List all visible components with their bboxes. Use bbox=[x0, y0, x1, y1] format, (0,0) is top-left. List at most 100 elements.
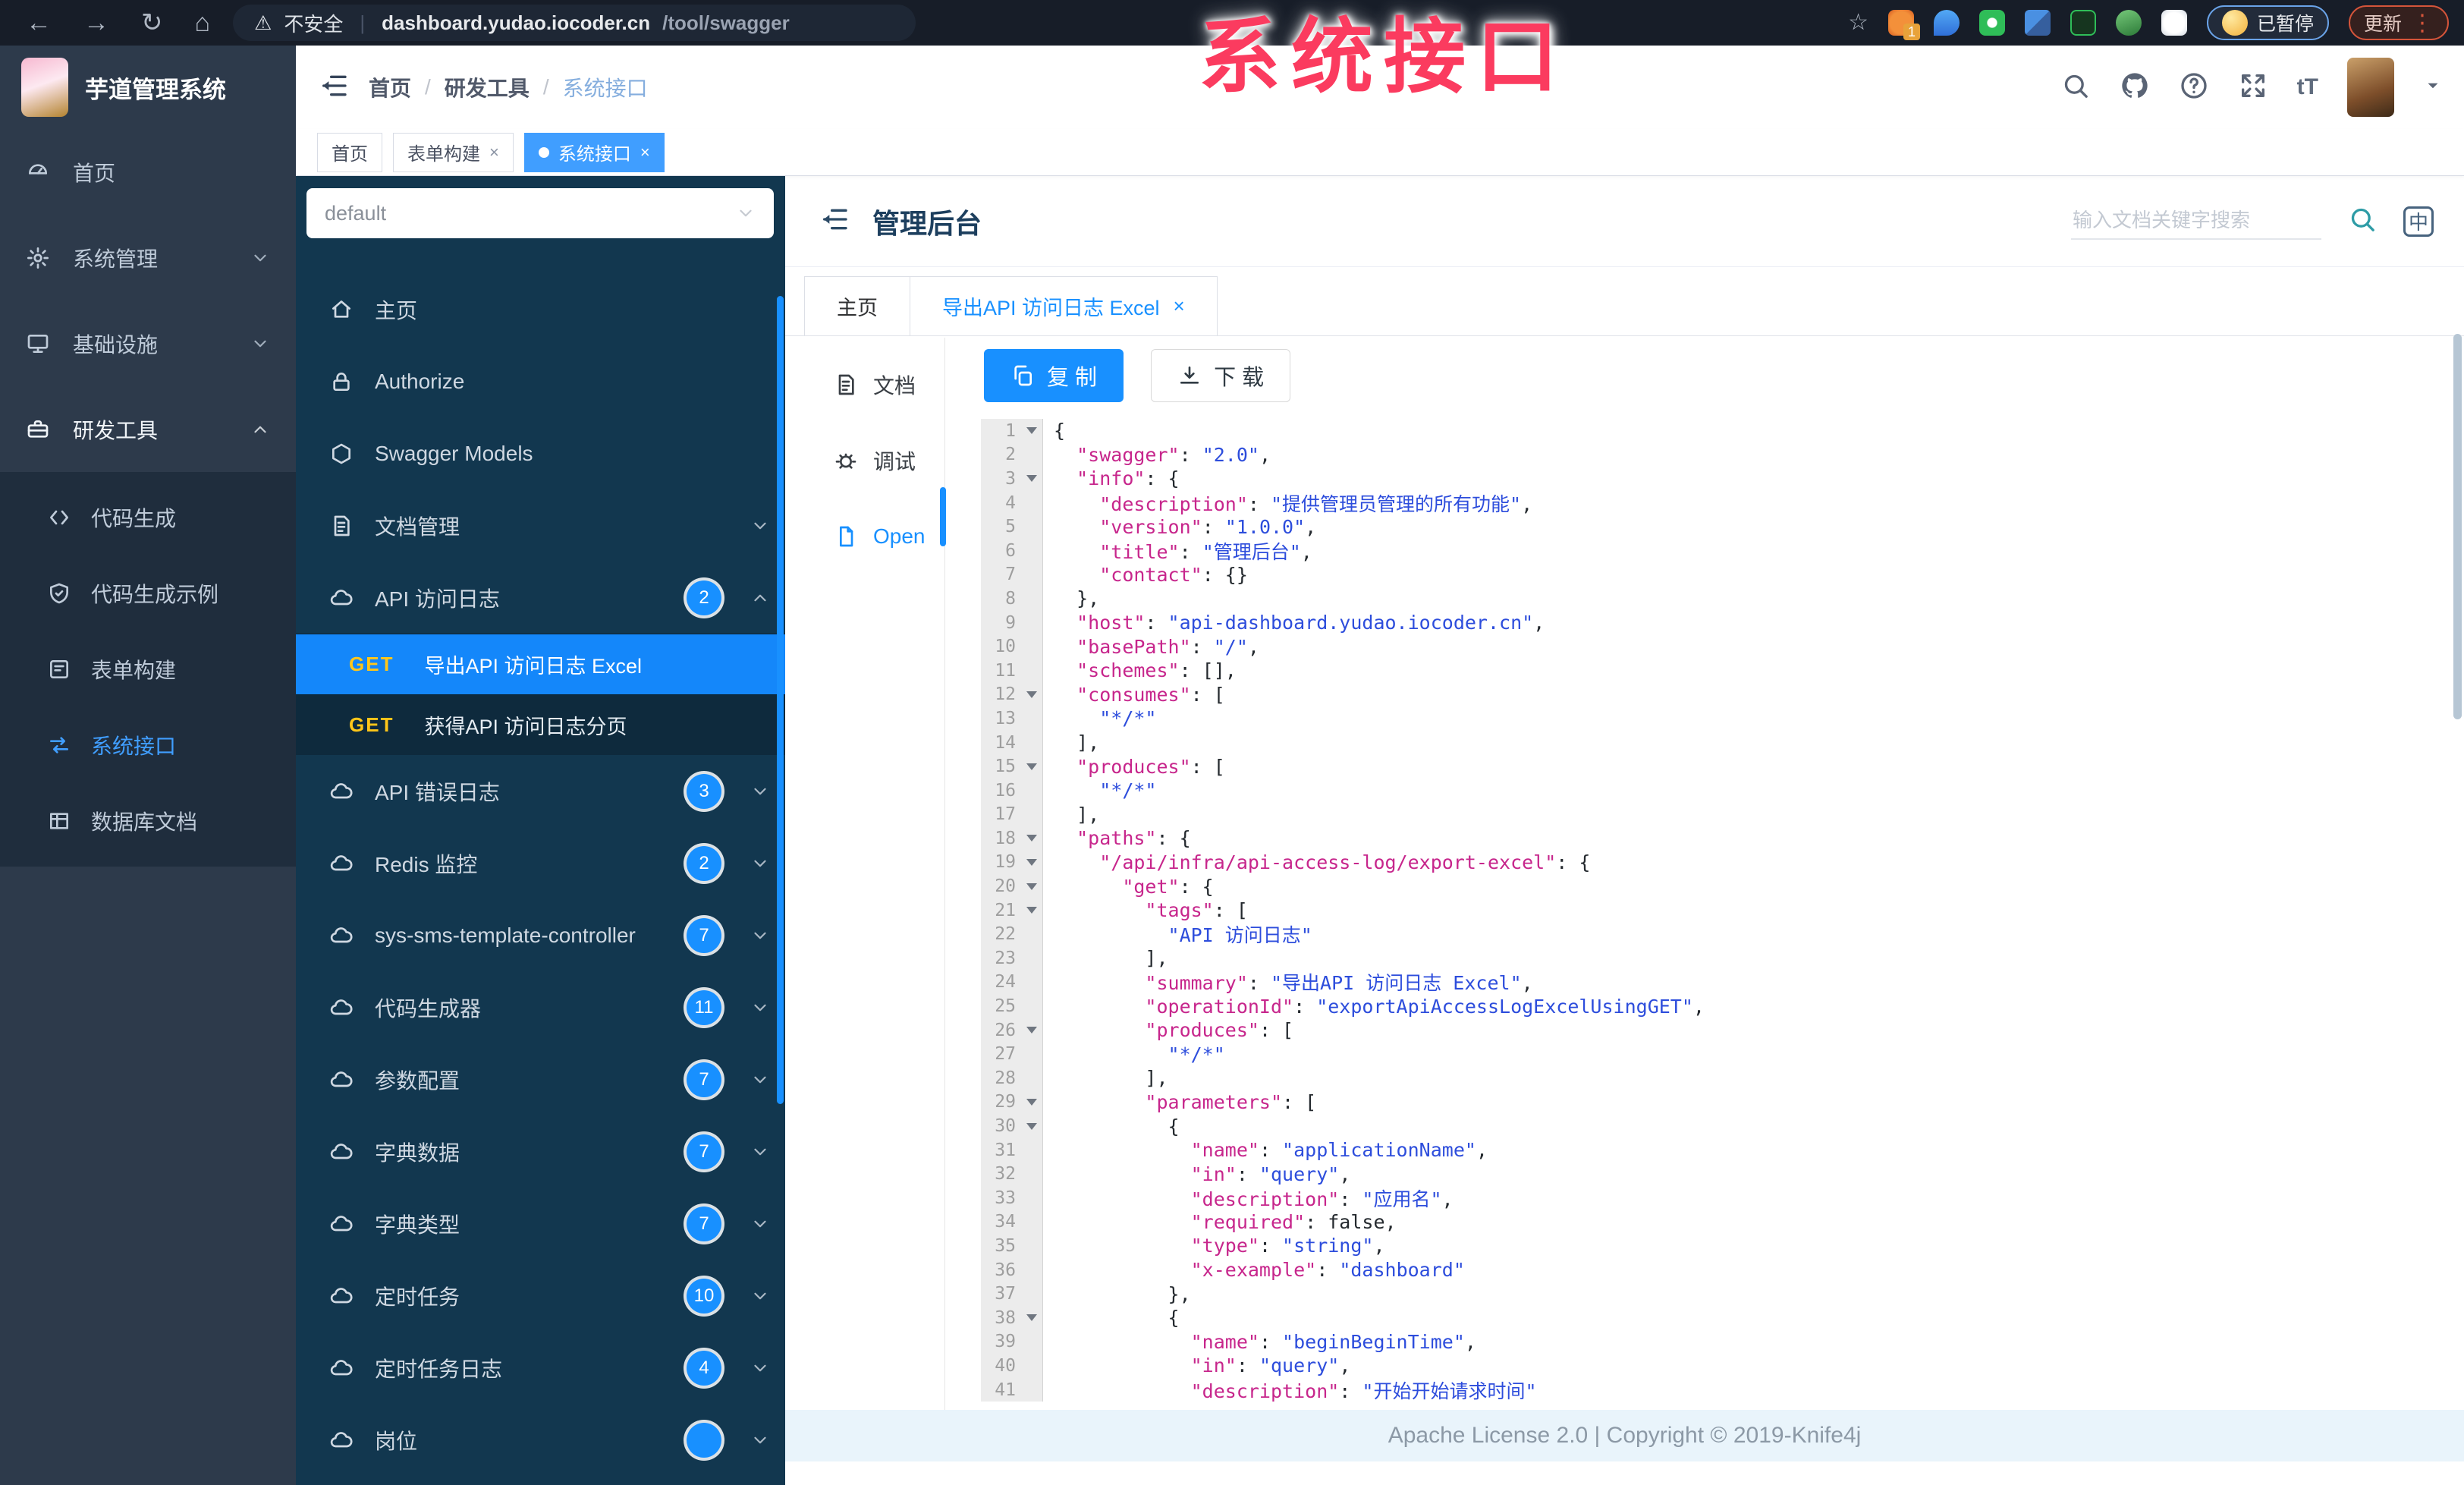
sidebar-item-基础设施[interactable]: 基础设施 bbox=[0, 300, 296, 386]
doc-nav-调试[interactable]: 调试 bbox=[785, 434, 944, 487]
doc-tab-导出API 访问日志 Excel[interactable]: 导出API 访问日志 Excel × bbox=[910, 276, 1218, 335]
download-button[interactable]: 下 载 bbox=[1151, 349, 1291, 402]
line-number[interactable]: 16 bbox=[981, 778, 1020, 803]
api-menu-sys-sms-template-controller[interactable]: sys-sms-template-controller 7 bbox=[296, 899, 785, 971]
fold-gutter[interactable] bbox=[1020, 1305, 1043, 1330]
fold-gutter[interactable] bbox=[1020, 850, 1043, 875]
line-number[interactable]: 24 bbox=[981, 970, 1020, 995]
line-number[interactable]: 7 bbox=[981, 562, 1020, 587]
extension-icon-2[interactable] bbox=[1933, 10, 1960, 36]
breadcrumb-item[interactable]: 首页 bbox=[369, 72, 411, 102]
profile-paused-pill[interactable]: 已暂停 bbox=[2206, 5, 2329, 40]
fullscreen-icon[interactable] bbox=[2238, 71, 2268, 105]
line-number[interactable]: 28 bbox=[981, 1066, 1020, 1090]
line-number[interactable]: 20 bbox=[981, 874, 1020, 898]
collapse-sidebar-icon[interactable] bbox=[319, 71, 349, 105]
font-size-icon[interactable]: tT bbox=[2297, 74, 2318, 100]
sidebar-item-研发工具[interactable]: 研发工具 bbox=[0, 386, 296, 472]
user-avatar[interactable] bbox=[2347, 58, 2394, 117]
line-number[interactable]: 22 bbox=[981, 922, 1020, 947]
help-icon[interactable] bbox=[2179, 71, 2209, 105]
line-number[interactable]: 30 bbox=[981, 1114, 1020, 1138]
line-number[interactable]: 4 bbox=[981, 490, 1020, 515]
doc-search-input[interactable] bbox=[2071, 203, 2321, 240]
api-sidebar-scrollbar[interactable] bbox=[777, 296, 784, 1104]
search-icon[interactable] bbox=[2060, 71, 2091, 105]
api-menu-定时任务[interactable]: 定时任务 10 bbox=[296, 1260, 785, 1332]
fold-gutter[interactable] bbox=[1020, 874, 1043, 898]
line-number[interactable]: 36 bbox=[981, 1257, 1020, 1282]
fold-gutter[interactable] bbox=[1020, 1114, 1043, 1138]
line-number[interactable]: 1 bbox=[981, 419, 1020, 443]
doc-tab-close-icon[interactable]: × bbox=[1174, 294, 1185, 318]
sidebar-item-系统管理[interactable]: 系统管理 bbox=[0, 215, 296, 300]
line-number[interactable]: 8 bbox=[981, 587, 1020, 611]
fold-gutter[interactable] bbox=[1020, 682, 1043, 707]
api-group-select[interactable]: default bbox=[306, 188, 774, 238]
fold-gutter[interactable] bbox=[1020, 1018, 1043, 1043]
endpoint-导出API 访问日志 Excel[interactable]: GET 导出API 访问日志 Excel bbox=[296, 634, 785, 694]
api-menu-岗位[interactable]: 岗位 bbox=[296, 1404, 785, 1476]
fold-gutter[interactable] bbox=[1020, 467, 1043, 491]
line-number[interactable]: 23 bbox=[981, 946, 1020, 971]
browser-back-icon[interactable]: ← bbox=[26, 10, 52, 36]
api-menu-代码生成器[interactable]: 代码生成器 11 bbox=[296, 971, 785, 1043]
line-number[interactable]: 31 bbox=[981, 1137, 1020, 1163]
line-number[interactable]: 35 bbox=[981, 1234, 1020, 1258]
api-menu-API 错误日志[interactable]: API 错误日志 3 bbox=[296, 755, 785, 827]
line-number[interactable]: 21 bbox=[981, 898, 1020, 923]
line-number[interactable]: 40 bbox=[981, 1354, 1020, 1378]
tag-系统接口[interactable]: 系统接口 × bbox=[523, 132, 665, 172]
fold-gutter[interactable] bbox=[1020, 826, 1043, 851]
extension-icon-1[interactable]: 1 bbox=[1887, 10, 1920, 40]
doc-nav-文档[interactable]: 文档 bbox=[785, 358, 944, 411]
page-scrollbar[interactable] bbox=[2453, 334, 2462, 719]
line-number[interactable]: 5 bbox=[981, 514, 1020, 539]
line-number[interactable]: 14 bbox=[981, 730, 1020, 755]
line-number[interactable]: 32 bbox=[981, 1162, 1020, 1186]
tag-表单构建[interactable]: 表单构建 × bbox=[393, 132, 514, 172]
line-number[interactable]: 39 bbox=[981, 1329, 1020, 1354]
line-number[interactable]: 6 bbox=[981, 538, 1020, 563]
address-bar[interactable]: ⚠ 不安全 | dashboard.yudao.iocoder.cn/tool/… bbox=[233, 5, 916, 41]
doc-tab-主页[interactable]: 主页 bbox=[804, 276, 910, 335]
line-number[interactable]: 33 bbox=[981, 1186, 1020, 1210]
api-menu-定时任务日志[interactable]: 定时任务日志 4 bbox=[296, 1332, 785, 1404]
tag-首页[interactable]: 首页 bbox=[317, 132, 382, 172]
sidebar-subitem-系统接口[interactable]: 系统接口 bbox=[0, 707, 296, 783]
line-number[interactable]: 12 bbox=[981, 682, 1020, 707]
fold-gutter[interactable] bbox=[1020, 1090, 1043, 1115]
line-number[interactable]: 11 bbox=[981, 658, 1020, 683]
endpoint-获得API 访问日志分页[interactable]: GET 获得API 访问日志分页 bbox=[296, 694, 785, 755]
line-number[interactable]: 26 bbox=[981, 1018, 1020, 1043]
line-number[interactable]: 9 bbox=[981, 610, 1020, 635]
fold-gutter[interactable] bbox=[1020, 419, 1043, 443]
line-number[interactable]: 37 bbox=[981, 1282, 1020, 1306]
tag-close-icon[interactable]: × bbox=[640, 143, 650, 162]
line-number[interactable]: 41 bbox=[981, 1377, 1020, 1402]
line-number[interactable]: 3 bbox=[981, 467, 1020, 491]
doc-collapse-icon[interactable] bbox=[819, 204, 850, 238]
api-menu-Swagger Models[interactable]: Swagger Models bbox=[296, 417, 785, 489]
line-number[interactable]: 2 bbox=[981, 442, 1020, 467]
line-number[interactable]: 15 bbox=[981, 754, 1020, 779]
line-number[interactable]: 19 bbox=[981, 850, 1020, 875]
line-number[interactable]: 13 bbox=[981, 706, 1020, 731]
copy-button[interactable]: 复 制 bbox=[984, 349, 1124, 402]
api-menu-Redis 监控[interactable]: Redis 监控 2 bbox=[296, 827, 785, 899]
api-menu-字典数据[interactable]: 字典数据 7 bbox=[296, 1115, 785, 1188]
api-menu-Authorize[interactable]: Authorize bbox=[296, 345, 785, 417]
fold-gutter[interactable] bbox=[1020, 754, 1043, 779]
extension-icon-3[interactable] bbox=[1978, 10, 2005, 36]
bookmark-star-icon[interactable]: ☆ bbox=[1848, 11, 1868, 34]
line-number[interactable]: 34 bbox=[981, 1210, 1020, 1235]
language-icon[interactable]: 中 bbox=[2403, 206, 2434, 237]
extension-icon-7[interactable] bbox=[2161, 10, 2187, 36]
update-button[interactable]: 更新 ⋮ bbox=[2348, 5, 2449, 40]
swagger-json-editor[interactable]: 1{2 "swagger": "2.0", 3 "info": {4 "descr… bbox=[981, 419, 2450, 1402]
sidebar-subitem-表单构建[interactable]: 表单构建 bbox=[0, 631, 296, 707]
app-logo-row[interactable]: 芋道管理系统 bbox=[0, 46, 296, 129]
line-number[interactable]: 10 bbox=[981, 634, 1020, 659]
breadcrumb-item[interactable]: 研发工具 bbox=[445, 72, 530, 102]
line-number[interactable]: 25 bbox=[981, 994, 1020, 1018]
